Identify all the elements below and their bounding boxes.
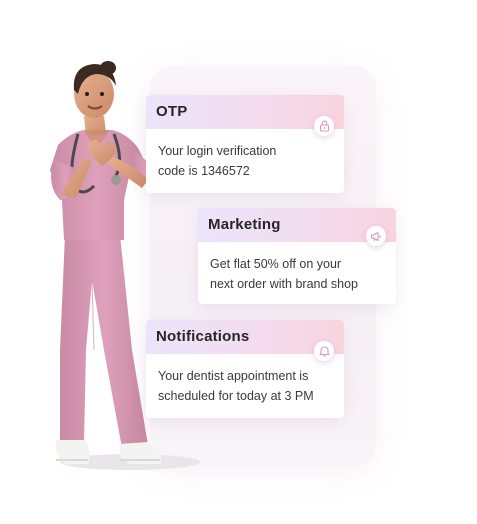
marketing-card-title: Marketing xyxy=(208,216,281,233)
notifications-message-line2: scheduled for today at 3 PM xyxy=(158,389,314,403)
notifications-message-line1: Your dentist appointment is xyxy=(158,369,309,383)
otp-card: OTP Your login verification code is 1346… xyxy=(146,95,344,193)
lock-icon xyxy=(314,116,334,136)
otp-card-body: Your login verification code is 1346572 xyxy=(146,129,344,181)
marketing-card-header: Marketing xyxy=(198,208,396,246)
marketing-message-line2: next order with brand shop xyxy=(210,277,359,291)
marketing-card-body: Get flat 50% off on your next order with… xyxy=(198,242,396,294)
otp-message-line2: code is 1346572 xyxy=(158,164,250,178)
marketing-card: Marketing Get flat 50% off on your next … xyxy=(198,208,396,304)
otp-card-header: OTP xyxy=(146,95,344,136)
otp-message-line1: Your login verification xyxy=(158,144,277,158)
notifications-card-body: Your dentist appointment is scheduled fo… xyxy=(146,354,344,406)
marketing-message-line1: Get flat 50% off on your xyxy=(210,257,342,271)
bell-icon xyxy=(314,341,334,361)
megaphone-icon xyxy=(366,226,386,246)
notifications-card-header: Notifications xyxy=(146,320,344,361)
otp-card-title: OTP xyxy=(156,103,188,120)
notifications-card-title: Notifications xyxy=(156,328,250,345)
notifications-card: Notifications Your dentist appointment i… xyxy=(146,320,344,418)
